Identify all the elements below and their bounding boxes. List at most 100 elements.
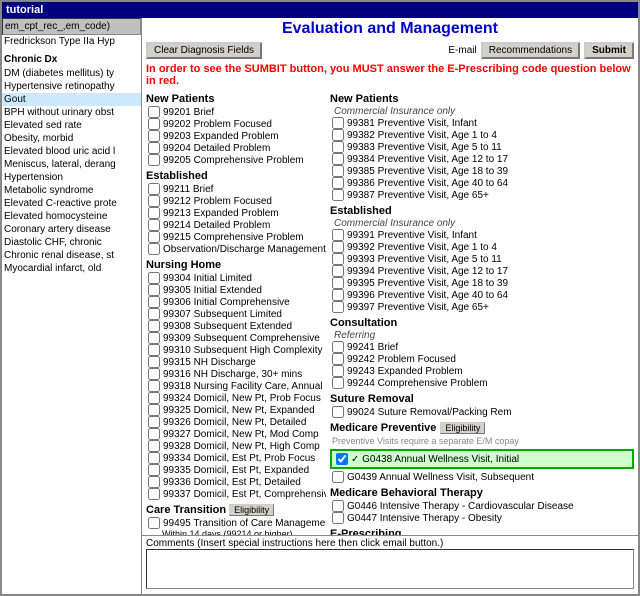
established-right-subheader: Commercial Insurance only xyxy=(334,218,634,229)
sidebar-item-gout[interactable]: Gout xyxy=(2,93,141,106)
code-99202[interactable]: 99202 Problem Focused xyxy=(146,118,322,130)
sidebar-item-elevated-sed[interactable]: Elevated sed rate xyxy=(2,119,141,132)
code-99242[interactable]: 99242 Problem Focused xyxy=(330,353,634,365)
code-99211[interactable]: 99211 Brief xyxy=(146,183,322,195)
sidebar-item-diastolic-chf[interactable]: Diastolic CHF, chronic xyxy=(2,236,141,249)
code-99241[interactable]: 99241 Brief xyxy=(330,341,634,353)
eprescribing-section: E-Prescribing Was at least one prescript… xyxy=(330,528,634,535)
consultation-header: Consultation xyxy=(330,317,634,329)
code-99307[interactable]: 99307 Subsequent Limited xyxy=(146,308,322,320)
columns-area: New Patients 99201 Brief 99202 Problem F… xyxy=(142,89,638,535)
sidebar-item-myocardial[interactable]: Myocardial infarct, old xyxy=(2,262,141,275)
comments-textarea[interactable] xyxy=(146,549,634,589)
consultation-subheader: Referring xyxy=(334,330,634,341)
clear-diagnosis-button[interactable]: Clear Diagnosis Fields xyxy=(146,42,262,59)
new-patients-right-subheader: Commercial Insurance only xyxy=(334,106,634,117)
code-99396[interactable]: 99396 Preventive Visit, Age 40 to 64 xyxy=(330,289,634,301)
code-99386[interactable]: 99386 Preventive Visit, Age 40 to 64 xyxy=(330,177,634,189)
code-99334[interactable]: 99334 Domicil, Est Pt, Prob Focus xyxy=(146,452,322,464)
code-99326[interactable]: 99326 Domicil, New Pt, Detailed xyxy=(146,416,322,428)
code-99382[interactable]: 99382 Preventive Visit, Age 1 to 4 xyxy=(330,129,634,141)
medicare-preventive-note: Preventive Visits require a separate E/M… xyxy=(330,435,634,447)
code-99324[interactable]: 99324 Domicil, New Pt, Prob Focus xyxy=(146,392,322,404)
recommendations-button[interactable]: Recommendations xyxy=(481,42,580,59)
code-g0438[interactable]: ✓ G0438 Annual Wellness Visit, Initial xyxy=(334,453,630,465)
code-99325[interactable]: 99325 Domicil, New Pt, Expanded xyxy=(146,404,322,416)
code-99316[interactable]: 99316 NH Discharge, 30+ mins xyxy=(146,368,322,380)
email-label: E-mail xyxy=(448,45,476,56)
code-99327[interactable]: 99327 Domicil, New Pt, Mod Comp xyxy=(146,428,322,440)
sidebar-item-obesity[interactable]: Obesity, morbid xyxy=(2,132,141,145)
new-patients-right-header: New Patients xyxy=(330,93,634,105)
sidebar-chronic-dx-header: Chronic Dx xyxy=(2,52,141,67)
code-99336[interactable]: 99336 Domicil, Est Pt, Detailed xyxy=(146,476,322,488)
code-99306[interactable]: 99306 Initial Comprehensive xyxy=(146,296,322,308)
toolbar: Clear Diagnosis Fields E-mail Recommenda… xyxy=(142,40,638,61)
main-area: Evaluation and Management Clear Diagnosi… xyxy=(142,18,638,594)
code-99335[interactable]: 99335 Domicil, Est Pt, Expanded xyxy=(146,464,322,476)
medicare-g0438-row[interactable]: ✓ G0438 Annual Wellness Visit, Initial xyxy=(330,449,634,469)
code-99304[interactable]: 99304 Initial Limited xyxy=(146,272,322,284)
established-header: Established xyxy=(146,170,322,182)
code-99392[interactable]: 99392 Preventive Visit, Age 1 to 4 xyxy=(330,241,634,253)
warning-text: In order to see the SUMBIT button, you M… xyxy=(142,61,638,89)
code-99212[interactable]: 99212 Problem Focused xyxy=(146,195,322,207)
code-99391[interactable]: 99391 Preventive Visit, Infant xyxy=(330,229,634,241)
code-99310[interactable]: 99310 Subsequent High Complexity xyxy=(146,344,322,356)
sidebar-item-meniscus[interactable]: Meniscus, lateral, derang xyxy=(2,158,141,171)
medicare-preventive-header: Medicare Preventive xyxy=(330,422,436,434)
code-99309[interactable]: 99309 Subsequent Comprehensive xyxy=(146,332,322,344)
comments-section: Comments (Insert special instructions he… xyxy=(142,535,638,594)
code-99203[interactable]: 99203 Expanded Problem xyxy=(146,130,322,142)
code-99215[interactable]: 99215 Comprehensive Problem xyxy=(146,231,322,243)
eprescribing-header: E-Prescribing xyxy=(330,528,634,535)
code-99243[interactable]: 99243 Expanded Problem xyxy=(330,365,634,377)
sidebar-item-coronary[interactable]: Coronary artery disease xyxy=(2,223,141,236)
sidebar-item-metabolic[interactable]: Metabolic syndrome xyxy=(2,184,141,197)
established-right-header: Established xyxy=(330,205,634,217)
code-99385[interactable]: 99385 Preventive Visit, Age 18 to 39 xyxy=(330,165,634,177)
care-transition-eligibility-button[interactable]: Eligibility xyxy=(229,504,274,516)
code-99214[interactable]: 99214 Detailed Problem xyxy=(146,219,322,231)
sidebar-item-chronic-renal[interactable]: Chronic renal disease, st xyxy=(2,249,141,262)
code-g0446[interactable]: G0446 Intensive Therapy - Cardiovascular… xyxy=(330,500,634,512)
code-99394[interactable]: 99394 Preventive Visit, Age 12 to 17 xyxy=(330,265,634,277)
left-column: New Patients 99201 Brief 99202 Problem F… xyxy=(146,89,326,535)
code-99213[interactable]: 99213 Expanded Problem xyxy=(146,207,322,219)
code-99395[interactable]: 99395 Preventive Visit, Age 18 to 39 xyxy=(330,277,634,289)
sidebar-item-fredrickson[interactable]: Fredrickson Type IIa Hyp xyxy=(2,35,141,48)
code-99308[interactable]: 99308 Subsequent Extended xyxy=(146,320,322,332)
medicare-preventive-container: Medicare Preventive Eligibility xyxy=(330,422,634,434)
submit-button[interactable]: Submit xyxy=(584,42,634,59)
code-99204[interactable]: 99204 Detailed Problem xyxy=(146,142,322,154)
code-99305[interactable]: 99305 Initial Extended xyxy=(146,284,322,296)
sidebar-item-hypertension[interactable]: Hypertension xyxy=(2,171,141,184)
code-99315[interactable]: 99315 NH Discharge xyxy=(146,356,322,368)
code-99024[interactable]: 99024 Suture Removal/Packing Rem xyxy=(330,406,634,418)
code-g0447[interactable]: G0447 Intensive Therapy - Obesity xyxy=(330,512,634,524)
code-99381[interactable]: 99381 Preventive Visit, Infant xyxy=(330,117,634,129)
code-obs-discharge[interactable]: Observation/Discharge Management xyxy=(146,243,322,255)
title-bar: tutorial xyxy=(2,2,638,18)
code-99205[interactable]: 99205 Comprehensive Problem xyxy=(146,154,322,166)
sidebar-item-dm[interactable]: DM (diabetes mellitus) ty xyxy=(2,67,141,80)
code-99318[interactable]: 99318 Nursing Facility Care, Annual xyxy=(146,380,322,392)
code-99337[interactable]: 99337 Domicil, Est Pt, Comprehensive xyxy=(146,488,322,500)
code-99384[interactable]: 99384 Preventive Visit, Age 12 to 17 xyxy=(330,153,634,165)
sidebar-item-uric-acid[interactable]: Elevated blood uric acid l xyxy=(2,145,141,158)
code-99201[interactable]: 99201 Brief xyxy=(146,106,322,118)
sidebar-item-hypertensive-retinopathy[interactable]: Hypertensive retinopathy xyxy=(2,80,141,93)
code-99328[interactable]: 99328 Domicil, New Pt, High Comp xyxy=(146,440,322,452)
sidebar-item-bph[interactable]: BPH without urinary obst xyxy=(2,106,141,119)
medicare-preventive-eligibility-button[interactable]: Eligibility xyxy=(440,422,485,434)
sidebar-item-c-reactive[interactable]: Elevated C-reactive prote xyxy=(2,197,141,210)
code-99397[interactable]: 99397 Preventive Visit, Age 65+ xyxy=(330,301,634,313)
comments-label: Comments (Insert special instructions he… xyxy=(146,538,634,549)
code-99495[interactable]: 99495 Transition of Care Management xyxy=(146,517,322,529)
code-g0439[interactable]: G0439 Annual Wellness Visit, Subsequent xyxy=(330,471,634,483)
code-99387[interactable]: 99387 Preventive Visit, Age 65+ xyxy=(330,189,634,201)
code-99393[interactable]: 99393 Preventive Visit, Age 5 to 11 xyxy=(330,253,634,265)
code-99244[interactable]: 99244 Comprehensive Problem xyxy=(330,377,634,389)
sidebar-item-homocysteine[interactable]: Elevated homocysteine xyxy=(2,210,141,223)
code-99383[interactable]: 99383 Preventive Visit, Age 5 to 11 xyxy=(330,141,634,153)
